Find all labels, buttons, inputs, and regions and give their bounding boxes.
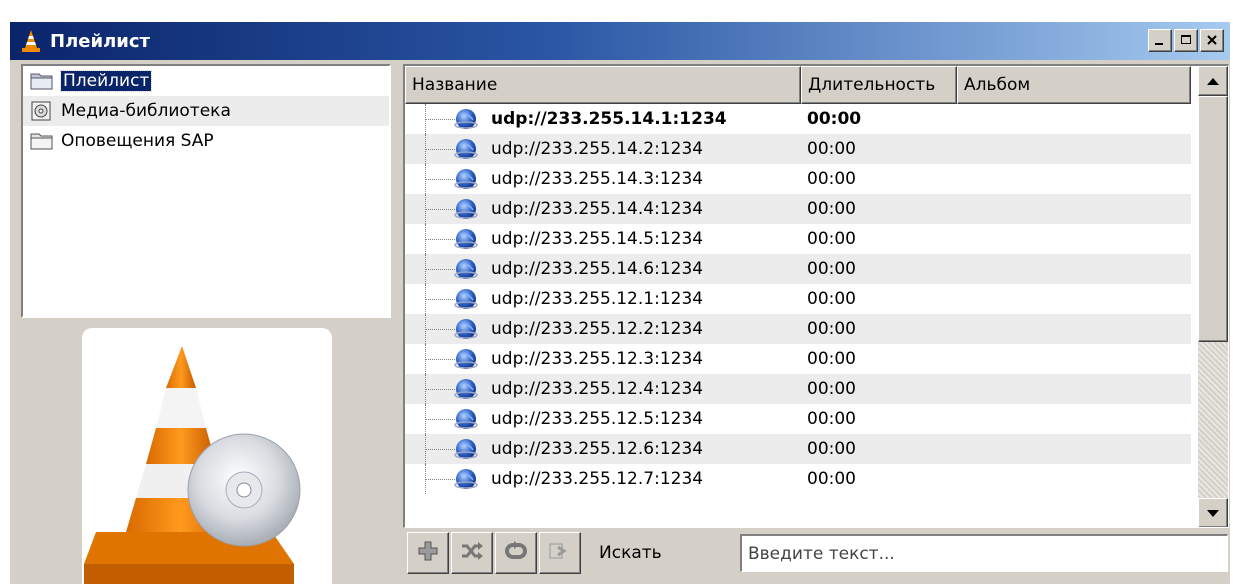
column-header: Название Длительность Альбом <box>405 66 1191 104</box>
repeat-icon <box>504 540 528 567</box>
playlist-row[interactable]: udp://233.255.12.5:1234 00:00 <box>405 404 1191 434</box>
open-button[interactable] <box>539 532 581 574</box>
playlist-item-duration: 00:00 <box>807 469 856 489</box>
playlist-item-duration: 00:00 <box>807 379 856 399</box>
arrow-up-icon <box>1207 71 1219 91</box>
playlist-item-duration: 00:00 <box>807 319 856 339</box>
sidebar-item-media-library[interactable]: Медиа-библиотека <box>23 96 389 126</box>
playlist-row[interactable]: udp://233.255.12.7:1234 00:00 <box>405 464 1191 494</box>
playlist-item-duration: 00:00 <box>807 139 856 159</box>
network-stream-icon <box>453 436 479 462</box>
scroll-thumb[interactable] <box>1198 96 1228 342</box>
search-input[interactable] <box>740 534 1228 572</box>
playlist-row[interactable]: udp://233.255.12.1:1234 00:00 <box>405 284 1191 314</box>
playlist-item-name: udp://233.255.12.7:1234 <box>491 469 704 489</box>
add-button[interactable] <box>407 532 449 574</box>
playlist-item-duration: 00:00 <box>807 439 856 459</box>
network-stream-icon <box>453 466 479 492</box>
playlist-item-name: udp://233.255.12.3:1234 <box>491 349 704 369</box>
playlist-item-duration: 00:00 <box>807 349 856 369</box>
playlist-item-duration: 00:00 <box>807 409 856 429</box>
scroll-up-button[interactable] <box>1198 66 1228 96</box>
playlist-row[interactable]: udp://233.255.14.6:1234 00:00 <box>405 254 1191 284</box>
open-icon <box>548 540 572 567</box>
playlist-item-name: udp://233.255.14.4:1234 <box>491 199 704 219</box>
sidebar-item-label: Оповещения SAP <box>61 131 214 151</box>
network-stream-icon <box>453 226 479 252</box>
sidebar-item-playlist[interactable]: Плейлист <box>23 66 389 96</box>
playlist-row[interactable]: udp://233.255.14.5:1234 00:00 <box>405 224 1191 254</box>
playlist-row[interactable]: udp://233.255.14.4:1234 00:00 <box>405 194 1191 224</box>
playlist-row[interactable]: udp://233.255.12.4:1234 00:00 <box>405 374 1191 404</box>
playlist-item-duration: 00:00 <box>807 169 856 189</box>
playlist-toolbar: Искать <box>407 530 662 576</box>
media-library-icon <box>29 100 55 122</box>
search-label: Искать <box>599 543 662 563</box>
playlist-item-name: udp://233.255.14.1:1234 <box>491 109 727 129</box>
network-stream-icon <box>453 196 479 222</box>
playlist-item-name: udp://233.255.12.2:1234 <box>491 319 704 339</box>
shuffle-icon <box>460 540 484 567</box>
maximize-button[interactable] <box>1174 29 1198 52</box>
network-stream-icon <box>453 406 479 432</box>
playlist-item-name: udp://233.255.12.4:1234 <box>491 379 704 399</box>
sidebar-item-sap[interactable]: Оповещения SAP <box>23 126 389 156</box>
network-stream-icon <box>453 106 479 132</box>
shuffle-button[interactable] <box>451 532 493 574</box>
column-header-album[interactable]: Альбом <box>957 66 1191 104</box>
minimize-button[interactable] <box>1148 29 1172 52</box>
column-header-duration[interactable]: Длительность <box>801 66 957 104</box>
column-header-name[interactable]: Название <box>405 66 801 104</box>
title-bar[interactable]: Плейлист <box>10 22 1230 60</box>
playlist-row[interactable]: udp://233.255.12.3:1234 00:00 <box>405 344 1191 374</box>
playlist-row[interactable]: udp://233.255.12.6:1234 00:00 <box>405 434 1191 464</box>
folder-icon <box>29 130 55 152</box>
playlist-row[interactable]: udp://233.255.14.1:1234 00:00 <box>405 104 1191 134</box>
network-stream-icon <box>453 286 479 312</box>
playlist-item-duration: 00:00 <box>807 229 856 249</box>
sidebar-item-label: Плейлист <box>59 70 153 92</box>
vlc-cone-art-icon <box>84 346 301 584</box>
close-icon <box>1206 31 1218 51</box>
playlist-item-name: udp://233.255.14.6:1234 <box>491 259 704 279</box>
vertical-scrollbar[interactable] <box>1198 66 1228 527</box>
arrow-down-icon <box>1207 503 1219 523</box>
playlist-row[interactable]: udp://233.255.14.3:1234 00:00 <box>405 164 1191 194</box>
playlist-row[interactable]: udp://233.255.14.2:1234 00:00 <box>405 134 1191 164</box>
folder-icon <box>29 70 55 92</box>
window-title: Плейлист <box>50 30 150 52</box>
playlist-item-name: udp://233.255.12.6:1234 <box>491 439 704 459</box>
network-stream-icon <box>453 316 479 342</box>
playlist-item-duration: 00:00 <box>807 259 856 279</box>
playlist-item-name: udp://233.255.14.3:1234 <box>491 169 704 189</box>
network-stream-icon <box>453 376 479 402</box>
scroll-down-button[interactable] <box>1198 498 1228 527</box>
window-body: Плейлист Медиа-библиотека Оповещения SAP <box>10 60 1230 584</box>
playlist-view[interactable]: Название Длительность Альбом udp://233.2… <box>403 64 1229 528</box>
network-stream-icon <box>453 346 479 372</box>
maximize-icon <box>1180 31 1192 51</box>
network-stream-icon <box>453 256 479 282</box>
repeat-button[interactable] <box>495 532 537 574</box>
network-stream-icon <box>453 136 479 162</box>
playlist-item-duration: 00:00 <box>807 289 856 309</box>
playlist-item-duration: 00:00 <box>807 199 856 219</box>
playlist-item-name: udp://233.255.14.2:1234 <box>491 139 704 159</box>
sidebar-item-label: Медиа-библиотека <box>61 101 231 121</box>
network-stream-icon <box>453 166 479 192</box>
playlist-item-name: udp://233.255.12.5:1234 <box>491 409 704 429</box>
playlist-item-name: udp://233.255.14.5:1234 <box>491 229 704 249</box>
album-art <box>82 328 332 584</box>
sidebar-tree[interactable]: Плейлист Медиа-библиотека Оповещения SAP <box>21 64 391 318</box>
playlist-item-name: udp://233.255.12.1:1234 <box>491 289 704 309</box>
add-icon <box>417 540 439 567</box>
playlist-rows: udp://233.255.14.1:1234 00:00 udp://233.25… <box>405 104 1191 494</box>
minimize-icon <box>1154 31 1166 51</box>
playlist-item-duration: 00:00 <box>807 109 862 129</box>
close-button[interactable] <box>1200 29 1224 52</box>
vlc-cone-icon <box>18 26 44 56</box>
playlist-row[interactable]: udp://233.255.12.2:1234 00:00 <box>405 314 1191 344</box>
